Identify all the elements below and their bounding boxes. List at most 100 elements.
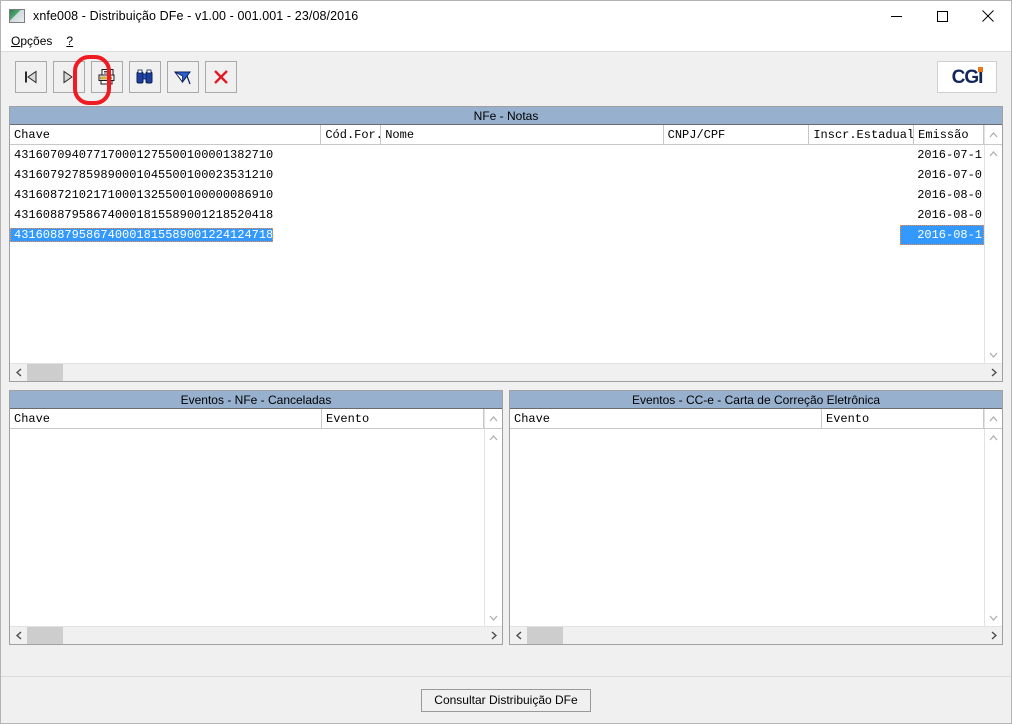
- close-icon: [982, 10, 994, 22]
- column-header-evento-canceladas[interactable]: Evento: [322, 409, 484, 428]
- first-record-button[interactable]: [15, 61, 47, 93]
- menu-mnemonic-o: O: [11, 34, 21, 48]
- grid-header-corner: [984, 409, 1002, 428]
- nfe-notas-panel: NFe - Notas Chave Cód.For. Nome CNPJ/CPF…: [9, 106, 1003, 382]
- column-header-chave[interactable]: Chave: [10, 125, 322, 144]
- window-controls: [873, 1, 1011, 31]
- horizontal-scroll-track[interactable]: [27, 627, 485, 644]
- eventos-canceladas-panel: Eventos - NFe - Canceladas Chave Evento: [9, 390, 503, 645]
- horizontal-scroll-thumb[interactable]: [27, 627, 63, 644]
- nfe-notas-vertical-scrollbar[interactable]: [984, 145, 1002, 363]
- eventos-cce-body-wrap: [510, 429, 1002, 626]
- table-row[interactable]: 431608721021710001325500100000086910 2016…: [10, 185, 984, 205]
- scroll-left-button[interactable]: [10, 627, 27, 644]
- eventos-canceladas-panel-title: Eventos - NFe - Canceladas: [10, 391, 502, 409]
- scroll-left-button[interactable]: [510, 627, 527, 644]
- eventos-cce-rows[interactable]: [510, 429, 984, 626]
- cell-emissao: 2016-07-1: [917, 148, 982, 162]
- find-button[interactable]: [129, 61, 161, 93]
- consultar-distribuicao-dfe-button[interactable]: Consultar Distribuição DFe: [421, 688, 591, 712]
- eventos-canceladas-rows[interactable]: [10, 429, 484, 626]
- scroll-up-button[interactable]: [485, 429, 502, 446]
- column-header-chave-cce[interactable]: Chave: [510, 409, 822, 428]
- eventos-cce-panel-title: Eventos - CC-e - Carta de Correção Eletr…: [510, 391, 1002, 409]
- cell-emissao: 2016-07-0: [917, 168, 982, 182]
- eventos-cce-vertical-scrollbar[interactable]: [984, 429, 1002, 626]
- column-header-cnpj-cpf[interactable]: CNPJ/CPF: [664, 125, 810, 144]
- chevron-up-icon: [989, 131, 998, 137]
- horizontal-scroll-track[interactable]: [527, 627, 985, 644]
- filter-flag-icon: [174, 71, 191, 85]
- last-record-button[interactable]: [53, 61, 85, 93]
- column-header-nome[interactable]: Nome: [381, 125, 664, 144]
- chevron-up-icon: [989, 415, 998, 421]
- maximize-button[interactable]: [919, 1, 965, 31]
- binoculars-icon: [136, 69, 153, 84]
- filter-button[interactable]: [167, 61, 199, 93]
- menu-item-opcoes[interactable]: Opções: [11, 34, 52, 48]
- cell-chave: 431607927859890001045500100023531210: [14, 168, 274, 182]
- chevron-down-icon: [989, 352, 998, 358]
- chevron-right-icon: [491, 631, 497, 640]
- scroll-down-button[interactable]: [985, 346, 1002, 363]
- scroll-down-button[interactable]: [985, 609, 1002, 626]
- cgi-logo: CGI: [937, 61, 997, 93]
- eventos-cce-header-row: Chave Evento: [510, 409, 1002, 429]
- minimize-icon: [890, 15, 902, 17]
- chevron-right-icon: [991, 631, 997, 640]
- menu-bar: Opções ?: [1, 31, 1011, 51]
- nfe-notas-horizontal-scrollbar[interactable]: [10, 363, 1002, 381]
- print-button[interactable]: [91, 61, 123, 93]
- cell-chave: 431608879586740001815589001224124718: [10, 228, 274, 242]
- chevron-up-icon: [489, 415, 498, 421]
- chevron-down-icon: [989, 615, 998, 621]
- chevron-up-icon: [489, 434, 498, 440]
- scroll-down-button[interactable]: [485, 609, 502, 626]
- column-header-evento-cce[interactable]: Evento: [822, 409, 984, 428]
- scroll-right-button[interactable]: [985, 364, 1002, 381]
- chevron-left-icon: [15, 631, 21, 640]
- red-x-icon: [214, 70, 228, 84]
- horizontal-scroll-thumb[interactable]: [527, 627, 563, 644]
- chevron-up-icon: [989, 150, 998, 156]
- horizontal-scroll-track[interactable]: [27, 364, 985, 381]
- scroll-right-button[interactable]: [985, 627, 1002, 644]
- eventos-cce-horizontal-scrollbar[interactable]: [510, 626, 1002, 644]
- table-row[interactable]: 431608879586740001815589001218520418 2016…: [10, 205, 984, 225]
- scroll-up-button[interactable]: [985, 145, 1002, 162]
- table-row[interactable]: 431608879586740001815589001224124718 2016…: [10, 225, 984, 245]
- column-header-emissao[interactable]: Emissão: [914, 125, 984, 144]
- menu-item-help[interactable]: ?: [66, 34, 73, 48]
- table-row[interactable]: 431607927859890001045500100023531210 2016…: [10, 165, 984, 185]
- horizontal-scroll-thumb[interactable]: [27, 364, 63, 381]
- title-bar: xnfe008 - Distribuição DFe - v1.00 - 001…: [1, 1, 1011, 31]
- grid-header-corner: [983, 125, 1002, 144]
- application-window: xnfe008 - Distribuição DFe - v1.00 - 001…: [0, 0, 1012, 724]
- cell-emissao: 2016-08-1: [900, 225, 984, 245]
- close-toolbar-button[interactable]: [205, 61, 237, 93]
- minimize-button[interactable]: [873, 1, 919, 31]
- cell-chave: 431608721021710001325500100000086910: [14, 188, 274, 202]
- column-header-chave-canceladas[interactable]: Chave: [10, 409, 322, 428]
- scroll-left-button[interactable]: [10, 364, 27, 381]
- nfe-notas-header-row: Chave Cód.For. Nome CNPJ/CPF Inscr.Estad…: [10, 125, 1002, 145]
- table-row[interactable]: 431607094077170001275500100001382710 2016…: [10, 145, 984, 165]
- scroll-right-button[interactable]: [485, 627, 502, 644]
- eventos-canceladas-header-row: Chave Evento: [10, 409, 502, 429]
- chevron-left-icon: [515, 631, 521, 640]
- eventos-canceladas-horizontal-scrollbar[interactable]: [10, 626, 502, 644]
- grid-header-corner: [484, 409, 502, 428]
- column-header-inscr-estadual[interactable]: Inscr.Estadual: [809, 125, 915, 144]
- scroll-up-button[interactable]: [985, 429, 1002, 446]
- chevron-left-icon: [15, 368, 21, 377]
- column-header-cod-for[interactable]: Cód.For.: [321, 125, 382, 144]
- eventos-canceladas-vertical-scrollbar[interactable]: [484, 429, 502, 626]
- window-title: xnfe008 - Distribuição DFe - v1.00 - 001…: [33, 9, 359, 23]
- nfe-notas-panel-title: NFe - Notas: [10, 107, 1002, 125]
- nfe-notas-rows[interactable]: 431607094077170001275500100001382710 2016…: [10, 145, 984, 363]
- cgi-logo-text: CGI: [952, 66, 984, 87]
- close-window-button[interactable]: [965, 1, 1011, 31]
- footer-bar: Consultar Distribuição DFe: [1, 676, 1011, 723]
- first-record-icon: [25, 70, 37, 84]
- content-area: NFe - Notas Chave Cód.For. Nome CNPJ/CPF…: [1, 102, 1011, 676]
